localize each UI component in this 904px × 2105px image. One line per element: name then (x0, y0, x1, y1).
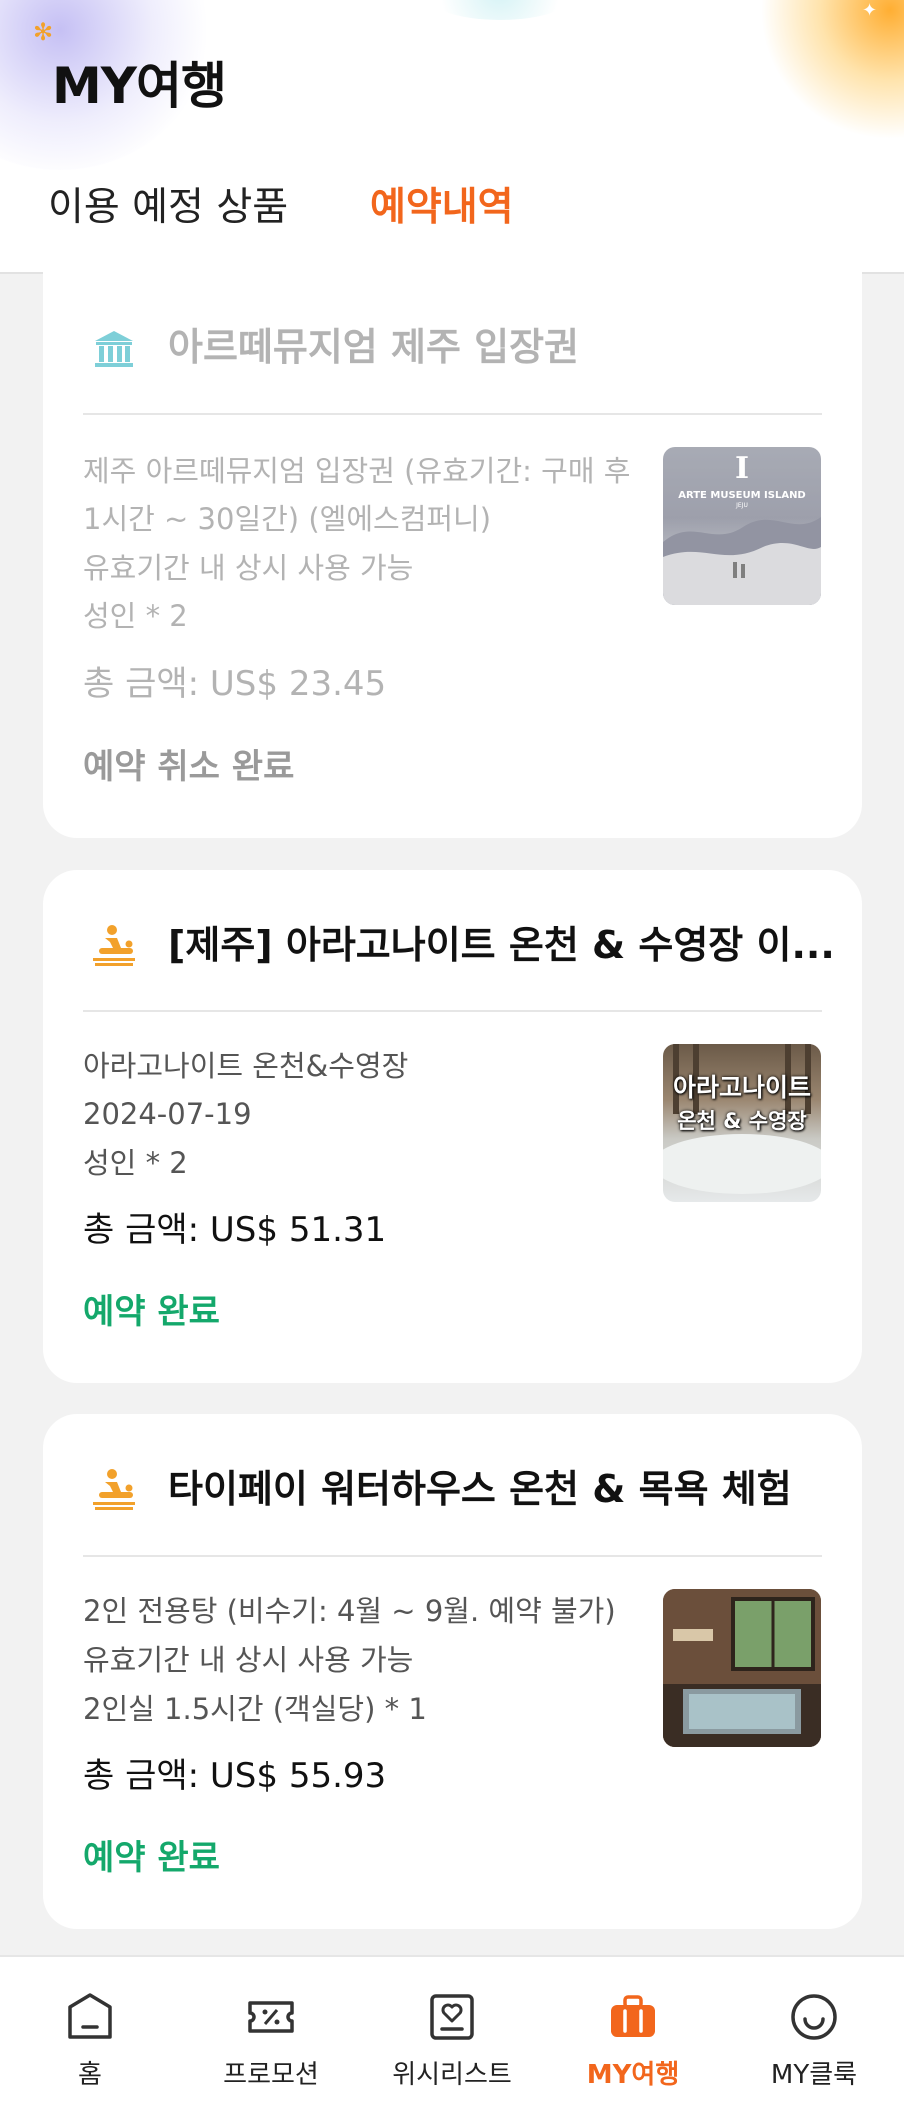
sparkle-icon: ✦ (862, 0, 878, 21)
museum-icon (95, 331, 133, 367)
reservation-status: 예약 완료 (83, 1838, 220, 1878)
header-glow-right (760, 0, 904, 140)
spa-icon (93, 925, 135, 966)
nav-label: 프로모션 (223, 2060, 319, 2090)
thumbnail-logo: I (734, 451, 750, 486)
quantity-line: 성인 * 2 (83, 1146, 188, 1180)
option-line: 제주 아르떼뮤지엄 입장권 (유효기간: 구매 후 (83, 454, 631, 488)
nav-item-wishlist[interactable]: 위시리스트 (362, 1957, 542, 2105)
bottom-navigation: 홈 프로모션 위시리스트 MY여행 MY클룩 (0, 1955, 904, 2105)
page-title: MY여행 (52, 57, 227, 115)
option-line: 아라고나이트 온천&수영장 (83, 1049, 409, 1083)
reservation-title[interactable]: 타이페이 워터하우스 온천 & 목욕 체험 (168, 1462, 848, 1516)
product-thumbnail[interactable] (663, 1589, 821, 1747)
option-line: 2인 전용탕 (비수기: 4월 ~ 9월. 예약 불가) (83, 1594, 616, 1628)
option-line: 유효기간 내 상시 사용 가능 (83, 1643, 414, 1677)
total-amount: 총 금액: US$ 23.45 (83, 664, 387, 704)
option-line: 유효기간 내 상시 사용 가능 (83, 551, 414, 585)
product-thumbnail[interactable]: I ARTE MUSEUM ISLAND JEJU (663, 447, 821, 605)
quantity-line: 2인실 1.5시간 (객실당) * 1 (83, 1692, 427, 1726)
nav-label: MY클룩 (770, 2060, 858, 2090)
nav-label: 위시리스트 (392, 2060, 512, 2090)
coupon-icon (248, 2001, 294, 2033)
reservation-card[interactable]: 타이페이 워터하우스 온천 & 목욕 체험 2인 전용탕 (비수기: 4월 ~ … (43, 1414, 862, 1929)
reservation-card[interactable]: [제주] 아라고나이트 온천 & 수영장 이... 아라고나이트 온천&수영장 … (43, 870, 862, 1383)
date-line: 2024-07-19 (83, 1097, 252, 1131)
home-icon (68, 1993, 112, 2039)
wishlist-icon (430, 1994, 474, 2040)
tab-reservation-history[interactable]: 예약내역 (370, 180, 514, 236)
divider (83, 1010, 822, 1012)
nav-item-my-klook[interactable]: MY클룩 (724, 1957, 904, 2105)
nav-item-home[interactable]: 홈 (0, 1957, 180, 2105)
smiley-icon (791, 1994, 837, 2040)
reservation-status: 예약 취소 완료 (83, 747, 295, 787)
nav-item-my-trip[interactable]: MY여행 (543, 1957, 723, 2105)
quantity-line: 성인 * 2 (83, 599, 188, 633)
header: ✻ ✦ MY여행 이용 예정 상품 예약내역 (0, 0, 904, 274)
suitcase-icon (611, 1995, 655, 2037)
total-amount: 총 금액: US$ 51.31 (83, 1210, 387, 1250)
sparkle-icon: ✻ (33, 18, 54, 46)
thumbnail-caption: 온천 & 수영장 (677, 1109, 807, 1133)
thumbnail-caption: 아라고나이트 (672, 1073, 811, 1102)
product-thumbnail[interactable]: 아라고나이트 온천 & 수영장 (663, 1044, 821, 1202)
divider (83, 1555, 822, 1557)
nav-label: MY여행 (586, 2060, 680, 2090)
reservation-title[interactable]: 아르떼뮤지엄 제주 입장권 (168, 320, 848, 374)
reservation-status: 예약 완료 (83, 1292, 220, 1332)
nav-item-promotion[interactable]: 프로모션 (181, 1957, 361, 2105)
spa-icon (93, 1469, 135, 1510)
total-amount: 총 금액: US$ 55.93 (83, 1756, 387, 1796)
nav-label: 홈 (78, 2060, 102, 2090)
divider (83, 413, 822, 415)
thumbnail-caption: ARTE MUSEUM ISLAND (678, 490, 806, 501)
reservation-card[interactable]: 아르떼뮤지엄 제주 입장권 제주 아르떼뮤지엄 입장권 (유효기간: 구매 후 … (43, 260, 862, 838)
option-line: 1시간 ~ 30일간) (엘에스컴퍼니) (83, 502, 492, 536)
reservation-title[interactable]: [제주] 아라고나이트 온천 & 수영장 이... (168, 918, 848, 972)
tab-upcoming[interactable]: 이용 예정 상품 (48, 180, 288, 236)
thumbnail-subcaption: JEJU (736, 502, 748, 509)
thumbnail-art (663, 1589, 821, 1747)
header-glow-top (420, 0, 580, 20)
